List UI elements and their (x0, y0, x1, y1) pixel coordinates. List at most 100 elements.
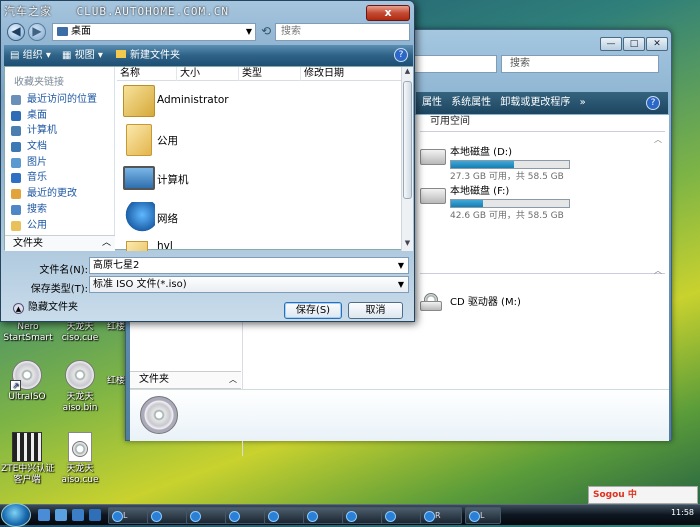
bg-folders-toggle[interactable]: 文件夹 ︿ (130, 371, 241, 389)
desktop-icon-label: 天龙天 aiso.bin (62, 392, 98, 413)
taskbar-button[interactable]: L (465, 507, 501, 524)
fav-computer[interactable]: 计算机 (5, 123, 114, 139)
minimize-button[interactable]: — (600, 37, 622, 51)
ime-label: Sogou 中 (593, 490, 637, 500)
close-button[interactable]: ✕ (646, 37, 668, 51)
bg-toolbar: 属性 系统属性 卸载或更改程序 » ? (416, 92, 668, 114)
hide-folders-toggle[interactable]: ▲ 隐藏文件夹 (13, 301, 78, 314)
collapse-icon[interactable]: ︿ (654, 265, 662, 276)
filetype-select[interactable]: 标准 ISO 文件(*.iso) ▼ (89, 276, 409, 293)
quicklaunch-icon[interactable] (55, 509, 67, 521)
folders-toggle[interactable]: 文件夹 ︿ (5, 235, 115, 251)
ultraiso-disc-icon: ↗ (10, 360, 42, 391)
desktop-icon-honglou-2[interactable]: 红楼 (106, 376, 126, 387)
file-row[interactable]: Administrator (117, 82, 401, 120)
network-icon (123, 202, 155, 234)
bg-folders-label: 文件夹 (139, 374, 169, 385)
desktop-icon-nero[interactable]: Nero StartSmart (2, 322, 54, 344)
taskbar-button[interactable]: L (108, 507, 150, 524)
col-size[interactable]: 大小 (177, 67, 239, 81)
taskbar-button[interactable] (381, 507, 423, 524)
desktop-icon-honglou[interactable]: 红楼 (106, 322, 126, 333)
toolbar-more-button[interactable]: » (580, 97, 586, 108)
desktop-icon-aiso-cue[interactable]: 天龙天 aiso.cue (54, 432, 106, 486)
file-row[interactable]: 计算机 (117, 160, 401, 198)
system-properties-button[interactable]: 系统属性 (451, 97, 491, 108)
properties-button[interactable]: 属性 (422, 97, 442, 108)
ime-toolbar[interactable]: Sogou 中 (588, 486, 698, 504)
taskbar-button[interactable] (264, 507, 306, 524)
file-row[interactable]: 网络 (117, 199, 401, 237)
address-text: 桌面 (71, 26, 91, 37)
organize-button[interactable]: ▤ 组织 ▾ (10, 45, 51, 66)
uninstall-button[interactable]: 卸载或更改程序 (500, 97, 570, 108)
fav-public[interactable]: 公用 (5, 218, 114, 234)
cd-drive[interactable]: CD 驱动器 (M:) (450, 297, 521, 309)
cancel-button[interactable]: 取消 (348, 302, 403, 319)
scroll-up-icon[interactable]: ▲ (402, 67, 413, 79)
desktop-icon-aiso-bin[interactable]: 天龙天 aiso.bin (54, 360, 106, 414)
file-name: 网络 (157, 213, 178, 225)
bg-address-bar[interactable] (411, 55, 497, 73)
taskbar-button[interactable] (303, 507, 345, 524)
desktop-icon-zte[interactable]: ZTE中兴认证 客户端 (1, 432, 54, 486)
search-input[interactable]: 搜索 (275, 23, 410, 41)
maximize-button[interactable]: □ (623, 37, 645, 51)
vertical-scrollbar[interactable]: ▲ ▼ (401, 67, 413, 251)
scroll-down-icon[interactable]: ▼ (402, 239, 413, 251)
taskbar-button[interactable] (342, 507, 384, 524)
bg-search-input[interactable]: 搜索 (501, 55, 659, 73)
taskbar-button[interactable] (147, 507, 189, 524)
chevron-down-icon[interactable]: ▼ (246, 24, 252, 40)
column-header: 名称 大小 类型 修改日期 (117, 67, 401, 81)
filename-label: 文件名(N): (39, 265, 88, 276)
col-name[interactable]: 名称 (117, 67, 177, 81)
taskbar-button[interactable] (186, 507, 228, 524)
drive-d[interactable]: 本地磁盘 (D:) 27.3 GB 可用，共 58.5 GB (450, 147, 570, 183)
favorites-pane: 收藏夹链接 最近访问的位置 桌面 计算机 文档 图片 音乐 最近的更改 搜索 公… (5, 67, 115, 251)
clock[interactable]: 11:58 (671, 508, 694, 517)
save-button[interactable]: 保存(S) (284, 302, 342, 319)
favorites-header: 收藏夹链接 (14, 77, 64, 88)
new-folder-button[interactable]: 新建文件夹 (116, 45, 180, 66)
collapse-icon[interactable]: ︿ (654, 134, 662, 145)
desktop-icon-label: 红楼 (106, 376, 125, 386)
chevron-down-icon[interactable]: ▼ (398, 258, 404, 273)
drive-f[interactable]: 本地磁盘 (F:) 42.6 GB 可用，共 58.5 GB (450, 186, 570, 222)
save-as-dialog[interactable]: x ◀ ▶ 桌面 ▼ ⟲ 搜索 ▤ 组织 ▾ ▦ 视图 ▾ 新建文件夹 ? 收藏… (0, 0, 415, 322)
taskbar-button[interactable]: R (420, 507, 462, 524)
file-row[interactable]: hvl (117, 238, 401, 251)
help-icon[interactable]: ? (394, 48, 408, 62)
desktop-icon-ciso-cue[interactable]: 天龙天 ciso.cue (54, 322, 106, 344)
file-row[interactable]: 公用 (117, 121, 401, 159)
watermark-site: 汽车之家 (4, 5, 52, 18)
dialog-close-button[interactable]: x (366, 5, 410, 21)
scroll-thumb[interactable] (403, 81, 412, 199)
fav-music[interactable]: 音乐 (5, 170, 114, 186)
views-button[interactable]: ▦ 视图 ▾ (62, 45, 103, 66)
quicklaunch-icon[interactable] (89, 509, 101, 521)
taskbar-button[interactable] (225, 507, 267, 524)
forward-button[interactable]: ▶ (28, 23, 46, 41)
refresh-button[interactable]: ⟲ (258, 23, 274, 41)
col-type[interactable]: 类型 (239, 67, 301, 81)
fav-desktop[interactable]: 桌面 (5, 108, 114, 124)
start-button[interactable] (1, 503, 31, 527)
help-icon[interactable]: ? (646, 96, 660, 110)
back-button[interactable]: ◀ (7, 23, 25, 41)
fav-recent-changes[interactable]: 最近的更改 (5, 186, 114, 202)
fav-pictures[interactable]: 图片 (5, 155, 114, 171)
chevron-down-icon[interactable]: ▼ (398, 277, 404, 292)
file-name: hvl (157, 240, 173, 251)
quicklaunch-icon[interactable] (72, 509, 84, 521)
search-icon (11, 204, 21, 215)
desktop-icon-ultraiso[interactable]: ↗ UltraISO (1, 360, 53, 403)
quicklaunch-icon[interactable] (38, 509, 50, 521)
filename-input[interactable]: 高原七星2 ▼ (89, 257, 409, 274)
address-bar[interactable]: 桌面 ▼ (52, 23, 256, 41)
fav-search[interactable]: 搜索 (5, 202, 114, 218)
fav-recent-places[interactable]: 最近访问的位置 (5, 92, 114, 108)
col-modified[interactable]: 修改日期 (301, 67, 401, 81)
fav-documents[interactable]: 文档 (5, 139, 114, 155)
free-space-column[interactable]: 可用空间 (430, 115, 470, 129)
